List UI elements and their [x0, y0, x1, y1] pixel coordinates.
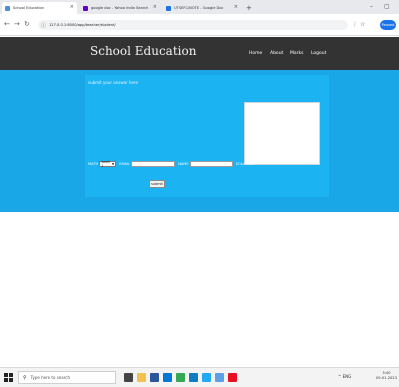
clock[interactable]: 3:40 09-01-2023 — [376, 371, 397, 381]
file-explorer-icon[interactable] — [137, 373, 146, 382]
store-icon[interactable] — [150, 373, 159, 382]
profile-button[interactable]: Paused — [380, 20, 396, 30]
tab-school-education[interactable]: School Education × — [2, 2, 77, 14]
site-info-icon[interactable]: ⓘ — [41, 22, 46, 29]
chevron-down-icon: ▼ — [111, 161, 115, 166]
subject-label: MATH — [88, 161, 99, 166]
tab-title: UTSEFC/NOTE - Google Doc — [174, 6, 224, 10]
nav-logout[interactable]: Logout — [311, 51, 326, 56]
nav-marks[interactable]: Marks — [290, 51, 303, 56]
answer-form: submit your answer here MATH week 1 ▼ EM… — [85, 75, 329, 197]
address-bar[interactable]: ⓘ 127.0.0.1:8000/app/teacher/student/ — [38, 20, 348, 30]
name-field[interactable] — [189, 160, 233, 167]
close-icon[interactable]: × — [70, 4, 74, 10]
chrome-icon[interactable] — [176, 373, 185, 382]
tab-favicon-icon — [166, 5, 171, 11]
content-band: submit your answer here MATH week 1 ▼ EM… — [0, 70, 399, 212]
back-icon[interactable]: ← — [4, 19, 10, 29]
site-header: School Education Home About Marks Logout — [0, 37, 399, 70]
bookmark-icon[interactable]: ☆ — [360, 20, 365, 30]
email-field[interactable] — [131, 160, 176, 167]
form-prompt: submit your answer here — [88, 80, 139, 85]
browser-toolbar: ← → ↻ ⓘ 127.0.0.1:8000/app/teacher/stude… — [0, 14, 399, 36]
name-label: NAME — [178, 161, 189, 166]
edge-icon[interactable] — [189, 373, 198, 382]
windows-taskbar: ⚲ Type here to search ^ ENG 3:40 09-01-2… — [0, 367, 399, 387]
tab-yahoo-search[interactable]: google doc - Yahoo India Search × — [80, 2, 160, 14]
nav-about[interactable]: About — [270, 51, 283, 56]
tab-favicon-icon — [5, 5, 10, 11]
extensions-icon[interactable]: ⋮ — [352, 20, 358, 30]
tab-favicon-icon — [83, 5, 88, 11]
week-select-value: week 1 — [101, 159, 111, 168]
reload-icon[interactable]: ↻ — [24, 19, 30, 29]
vscode-icon[interactable] — [202, 373, 211, 382]
tab-google-doc[interactable]: UTSEFC/NOTE - Google Doc × — [163, 2, 241, 14]
maximize-icon[interactable]: ▢ — [384, 2, 390, 12]
close-icon[interactable]: × — [234, 4, 238, 10]
clock-date: 09-01-2023 — [376, 376, 397, 380]
browser-tab-strip: School Education × google doc - Yahoo In… — [0, 0, 399, 14]
search-icon: ⚲ — [23, 374, 27, 381]
form-fields-row: MATH week 1 ▼ EMAIL NAME SOLUTION — [88, 159, 255, 168]
forward-icon[interactable]: → — [14, 19, 20, 29]
tab-title: google doc - Yahoo India Search — [91, 6, 149, 10]
submit-button[interactable]: submit — [149, 180, 165, 188]
close-icon[interactable]: × — [153, 4, 157, 10]
taskbar-search-input[interactable]: ⚲ Type here to search — [18, 371, 116, 384]
files-icon[interactable] — [215, 373, 224, 382]
site-logo[interactable]: School Education — [90, 44, 196, 58]
windows-start-icon[interactable] — [4, 373, 13, 382]
search-placeholder: Type here to search — [30, 375, 70, 380]
mail-icon[interactable] — [163, 373, 172, 382]
url-text: 127.0.0.1:8000/app/teacher/student/ — [49, 23, 116, 27]
week-select[interactable]: week 1 ▼ — [99, 159, 117, 168]
email-label: EMAIL — [119, 161, 131, 166]
tab-title: School Education — [13, 6, 44, 10]
task-view-icon[interactable] — [124, 373, 133, 382]
answer-textarea[interactable] — [244, 102, 320, 165]
app-icon[interactable] — [228, 373, 237, 382]
new-tab-icon[interactable]: + — [246, 2, 252, 14]
nav-home[interactable]: Home — [249, 51, 262, 56]
minimize-icon[interactable]: – — [370, 2, 373, 12]
system-tray[interactable]: ^ ENG — [338, 374, 351, 379]
solution-label: SOLUTION — [235, 161, 254, 166]
